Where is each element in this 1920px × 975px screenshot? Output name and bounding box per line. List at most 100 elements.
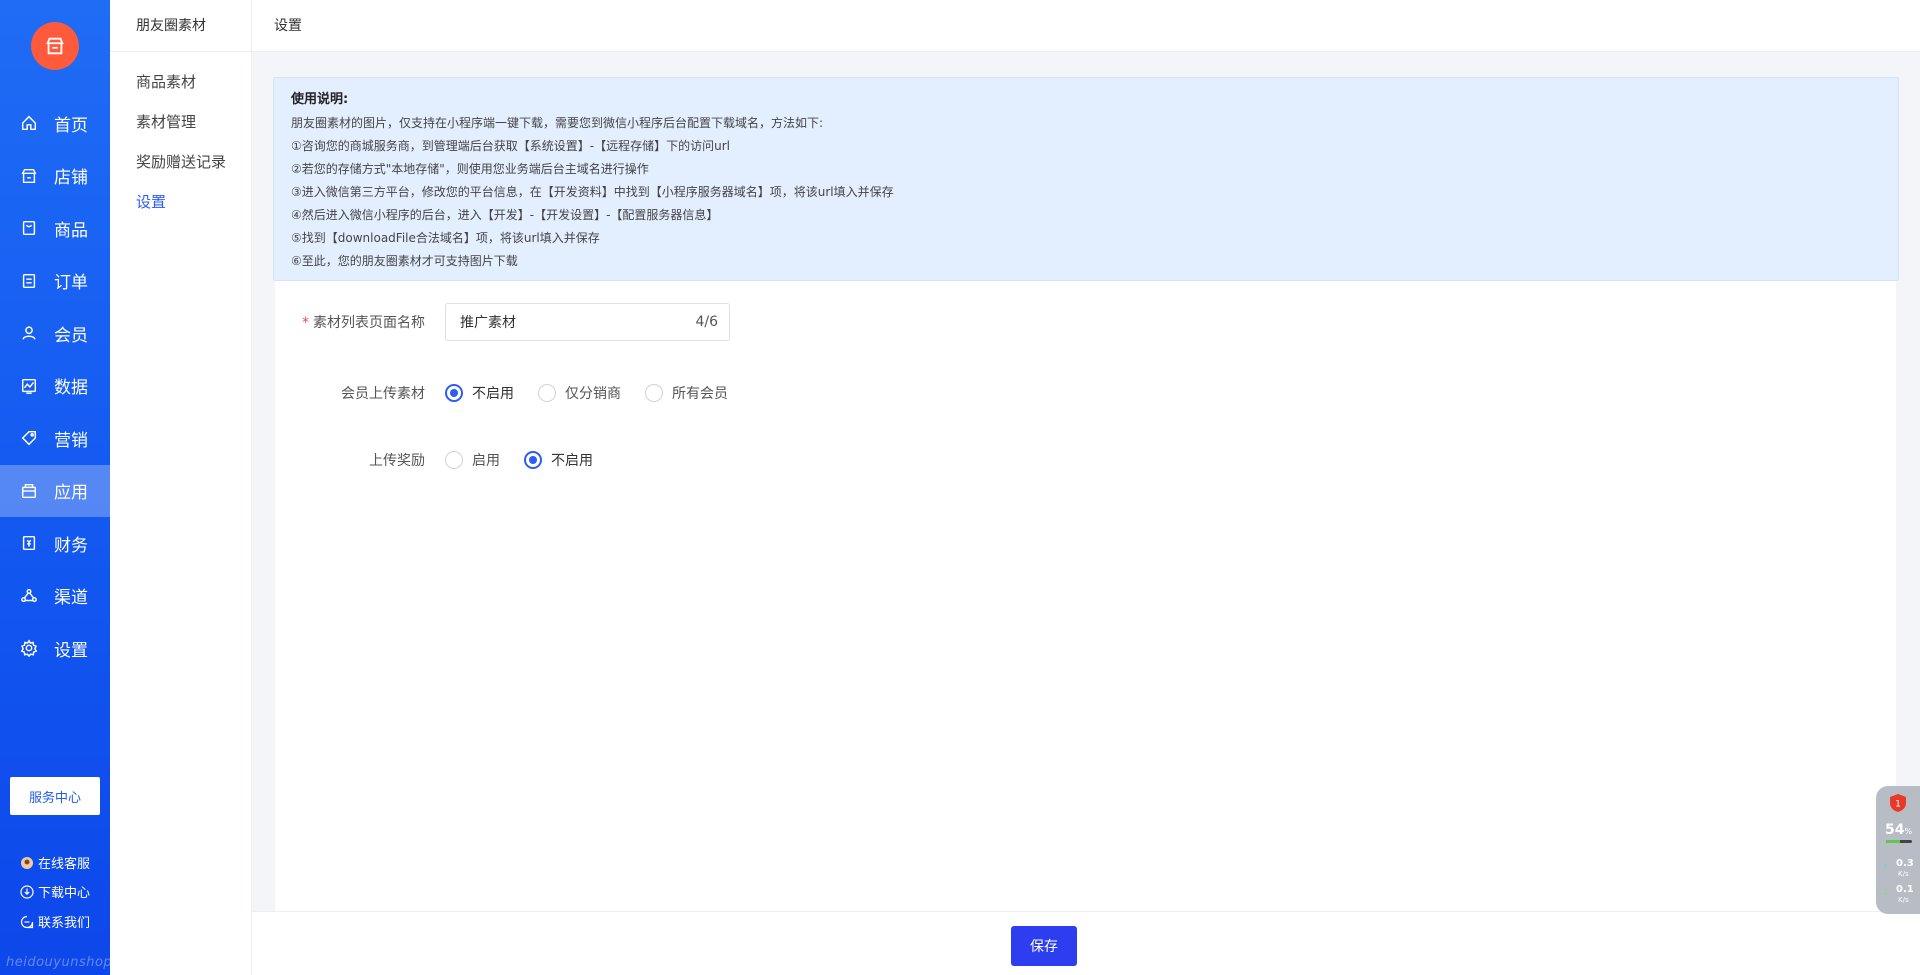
shop-logo-icon[interactable] [31, 22, 79, 70]
nav-item-finance[interactable]: 财务 [0, 517, 110, 570]
instructions-line: ①咨询您的商城服务商，到管理端后台获取【系统设置】-【远程存储】下的访问url [291, 139, 730, 153]
subnav-item[interactable]: 商品素材 [110, 62, 251, 102]
char-count: 4/6 [695, 314, 718, 330]
radio-circle [524, 451, 542, 469]
upload-reward-radio-option[interactable]: 不启用 [524, 450, 593, 470]
avatar-icon [21, 856, 33, 869]
nav-item-label: 首页 [54, 115, 88, 136]
online-service-link[interactable]: 在线客服 [20, 853, 90, 872]
nav-item-gear[interactable]: 设置 [0, 622, 110, 675]
service-center-button[interactable]: 服务中心 [10, 777, 100, 815]
upload-reward-label: 上传奖励 [369, 453, 425, 469]
save-button[interactable]: 保存 [1011, 926, 1077, 966]
instructions-line: ④然后进入微信小程序的后台，进入【开发】-【开发设置】-【配置服务器信息】 [291, 208, 719, 222]
finance-icon [22, 536, 36, 551]
product-icon [22, 221, 36, 236]
download-speed: 0.1 [1896, 884, 1914, 895]
radio-label: 不启用 [551, 453, 593, 469]
nav-item-label: 设置 [54, 640, 88, 661]
page-name-label: * 素材列表页面名称 [275, 312, 445, 332]
user-icon [22, 326, 36, 340]
nav-item-app[interactable]: 应用 [0, 464, 110, 517]
page-name-input[interactable]: 推广素材 4/6 [445, 303, 730, 341]
monitor-badge: 1 [1895, 800, 1901, 810]
usage-instructions: 使用说明: 朋友圈素材的图片，仅支持在小程序端一键下载，需要您到微信小程序后台配… [273, 77, 1899, 281]
upload-unit: K/s [1898, 870, 1909, 878]
nav-item-label: 财务 [54, 535, 88, 556]
store-icon [21, 168, 37, 183]
footer-bar: 保存 [252, 911, 1920, 975]
home-icon [21, 115, 37, 131]
cpu-percent-value: 54 [1885, 822, 1905, 838]
brand-watermark: heidouyunshop [6, 955, 113, 970]
radio-label: 所有会员 [672, 386, 728, 402]
instructions-line: 朋友圈素材的图片，仅支持在小程序端一键下载，需要您到微信小程序后台配置下载域名，… [291, 116, 824, 130]
download-arrow-icon: ↓ [1882, 888, 1889, 897]
contact-us-link[interactable]: 联系我们 [20, 912, 90, 931]
cpu-bar [1886, 840, 1912, 843]
nav-item-label: 会员 [54, 325, 88, 346]
chart-icon [21, 378, 37, 394]
instructions-line: ⑥至此，您的朋友圈素材才可支持图片下载 [291, 254, 518, 268]
app-icon [21, 483, 37, 498]
upload-reward-radio-option[interactable]: 启用 [445, 450, 500, 470]
subnav-item[interactable]: 设置 [110, 182, 251, 222]
settings-form: * 素材列表页面名称 推广素材 4/6 会员上传素材 不启用 仅分销商 所有会员 上传… [275, 281, 1896, 911]
subnav-item[interactable]: 奖励赠送记录 [110, 142, 251, 182]
nav-item-channel[interactable]: 渠道 [0, 570, 110, 623]
radio-circle [445, 384, 463, 402]
radio-label: 仅分销商 [565, 386, 621, 402]
instructions-line: ②若您的存储方式"本地存储"，则使用您业务端后台主域名进行操作 [291, 162, 649, 176]
radio-label: 启用 [472, 453, 500, 469]
page-name-row: * 素材列表页面名称 推广素材 4/6 [275, 303, 730, 341]
nav-item-chart[interactable]: 数据 [0, 360, 110, 413]
cpu-percent: 54% [1885, 822, 1912, 838]
main-nav: 首页店铺商品订单会员数据营销应用财务渠道设置 服务中心 在线客服 下载中心 联系… [0, 0, 113, 975]
sub-nav: 朋友圈素材 商品素材 素材管理 奖励赠送记录 设置 [110, 0, 252, 975]
radio-circle [538, 384, 556, 402]
instructions-title: 使用说明: [291, 92, 349, 107]
chat-icon [20, 915, 34, 928]
nav-item-user[interactable]: 会员 [0, 307, 110, 360]
page-name-label-text: 素材列表页面名称 [313, 315, 425, 331]
nav-item-product[interactable]: 商品 [0, 202, 110, 255]
instructions-line: ③进入微信第三方平台，修改您的平台信息，在【开发资料】中找到【小程序服务器域名】… [291, 185, 894, 199]
shield-icon: 1 [1890, 794, 1906, 812]
cpu-bar-fill [1886, 840, 1901, 843]
member-upload-radio-option[interactable]: 仅分销商 [538, 383, 621, 403]
download-unit: K/s [1898, 896, 1909, 904]
order-icon [22, 273, 36, 288]
system-monitor-widget[interactable]: 1 54% ↑ 0.3 K/s ↓ 0.1 K/s [1876, 786, 1920, 914]
online-service-label: 在线客服 [38, 857, 91, 872]
download-center-link[interactable]: 下载中心 [20, 882, 90, 901]
nav-item-label: 营销 [54, 430, 88, 451]
tag-icon [21, 431, 37, 446]
nav-item-order[interactable]: 订单 [0, 255, 110, 308]
page-title: 设置 [274, 18, 302, 34]
page-header: 设置 [252, 0, 1920, 52]
nav-item-label: 店铺 [54, 168, 88, 189]
download-center-label: 下载中心 [38, 886, 91, 901]
nav-item-label: 订单 [54, 273, 88, 294]
member-upload-radio-option[interactable]: 所有会员 [645, 383, 728, 403]
upload-reward-row: 上传奖励 启用 不启用 [275, 450, 619, 470]
nav-item-label: 渠道 [54, 588, 88, 609]
instructions-line: ⑤找到【downloadFile合法域名】项，将该url填入并保存 [291, 231, 600, 245]
upload-speed: 0.3 [1896, 858, 1914, 869]
subnav-title: 朋友圈素材 [110, 0, 251, 52]
nav-item-home[interactable]: 首页 [0, 97, 110, 150]
nav-item-store[interactable]: 店铺 [0, 150, 110, 203]
page-name-value: 推广素材 [460, 315, 516, 331]
upload-reward-radio-group: 启用 不启用 [445, 450, 619, 470]
radio-circle [645, 384, 663, 402]
instructions-lines: 朋友圈素材的图片，仅支持在小程序端一键下载，需要您到微信小程序后台配置下载域名，… [291, 112, 1881, 273]
nav-item-label: 商品 [54, 220, 88, 241]
required-mark: * [302, 315, 309, 331]
download-icon [20, 884, 34, 899]
member-upload-radio-option[interactable]: 不启用 [445, 383, 514, 403]
subnav-item[interactable]: 素材管理 [110, 102, 251, 142]
nav-item-tag[interactable]: 营销 [0, 412, 110, 465]
member-upload-label: 会员上传素材 [341, 386, 425, 402]
radio-circle [445, 451, 463, 469]
upload-arrow-icon: ↑ [1882, 862, 1889, 871]
